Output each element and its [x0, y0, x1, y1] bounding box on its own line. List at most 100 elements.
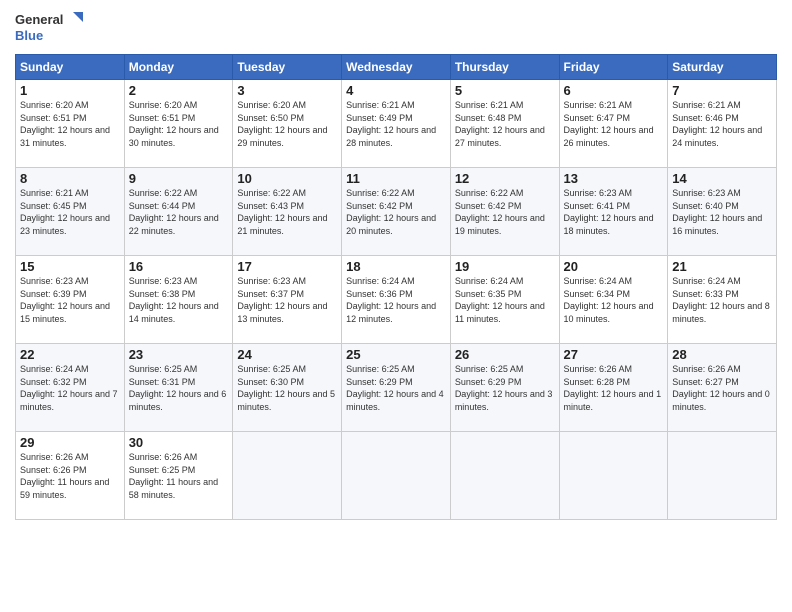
- day-cell: 8 Sunrise: 6:21 AM Sunset: 6:45 PM Dayli…: [16, 168, 125, 256]
- day-info: Sunrise: 6:22 AM Sunset: 6:42 PM Dayligh…: [455, 187, 555, 237]
- day-info: Sunrise: 6:25 AM Sunset: 6:30 PM Dayligh…: [237, 363, 337, 413]
- day-info: Sunrise: 6:25 AM Sunset: 6:29 PM Dayligh…: [455, 363, 555, 413]
- day-info: Sunrise: 6:26 AM Sunset: 6:27 PM Dayligh…: [672, 363, 772, 413]
- day-number: 7: [672, 83, 772, 98]
- weekday-header-monday: Monday: [124, 55, 233, 80]
- day-number: 17: [237, 259, 337, 274]
- weekday-header-wednesday: Wednesday: [342, 55, 451, 80]
- day-info: Sunrise: 6:25 AM Sunset: 6:29 PM Dayligh…: [346, 363, 446, 413]
- day-number: 15: [20, 259, 120, 274]
- weekday-header-thursday: Thursday: [450, 55, 559, 80]
- day-number: 23: [129, 347, 229, 362]
- svg-text:General: General: [15, 12, 63, 27]
- day-cell: 16 Sunrise: 6:23 AM Sunset: 6:38 PM Dayl…: [124, 256, 233, 344]
- page: General Blue SundayMondayTuesdayWednesda…: [0, 0, 792, 612]
- day-cell: 26 Sunrise: 6:25 AM Sunset: 6:29 PM Dayl…: [450, 344, 559, 432]
- day-info: Sunrise: 6:24 AM Sunset: 6:35 PM Dayligh…: [455, 275, 555, 325]
- weekday-header-sunday: Sunday: [16, 55, 125, 80]
- day-info: Sunrise: 6:23 AM Sunset: 6:41 PM Dayligh…: [564, 187, 664, 237]
- svg-text:Blue: Blue: [15, 28, 43, 43]
- day-info: Sunrise: 6:26 AM Sunset: 6:28 PM Dayligh…: [564, 363, 664, 413]
- day-cell: 4 Sunrise: 6:21 AM Sunset: 6:49 PM Dayli…: [342, 80, 451, 168]
- day-info: Sunrise: 6:22 AM Sunset: 6:44 PM Dayligh…: [129, 187, 229, 237]
- day-number: 12: [455, 171, 555, 186]
- day-cell: 14 Sunrise: 6:23 AM Sunset: 6:40 PM Dayl…: [668, 168, 777, 256]
- day-info: Sunrise: 6:26 AM Sunset: 6:25 PM Dayligh…: [129, 451, 229, 501]
- day-info: Sunrise: 6:23 AM Sunset: 6:40 PM Dayligh…: [672, 187, 772, 237]
- day-number: 27: [564, 347, 664, 362]
- weekday-header-saturday: Saturday: [668, 55, 777, 80]
- day-number: 13: [564, 171, 664, 186]
- week-row-3: 15 Sunrise: 6:23 AM Sunset: 6:39 PM Dayl…: [16, 256, 777, 344]
- day-cell: 10 Sunrise: 6:22 AM Sunset: 6:43 PM Dayl…: [233, 168, 342, 256]
- day-cell: 23 Sunrise: 6:25 AM Sunset: 6:31 PM Dayl…: [124, 344, 233, 432]
- day-number: 26: [455, 347, 555, 362]
- day-cell: 11 Sunrise: 6:22 AM Sunset: 6:42 PM Dayl…: [342, 168, 451, 256]
- day-info: Sunrise: 6:20 AM Sunset: 6:51 PM Dayligh…: [20, 99, 120, 149]
- day-cell: 30 Sunrise: 6:26 AM Sunset: 6:25 PM Dayl…: [124, 432, 233, 520]
- day-cell: 17 Sunrise: 6:23 AM Sunset: 6:37 PM Dayl…: [233, 256, 342, 344]
- day-cell: [559, 432, 668, 520]
- weekday-header-friday: Friday: [559, 55, 668, 80]
- day-number: 18: [346, 259, 446, 274]
- day-cell: 25 Sunrise: 6:25 AM Sunset: 6:29 PM Dayl…: [342, 344, 451, 432]
- logo: General Blue: [15, 10, 85, 46]
- day-cell: 9 Sunrise: 6:22 AM Sunset: 6:44 PM Dayli…: [124, 168, 233, 256]
- day-cell: [668, 432, 777, 520]
- day-info: Sunrise: 6:21 AM Sunset: 6:46 PM Dayligh…: [672, 99, 772, 149]
- day-number: 22: [20, 347, 120, 362]
- day-info: Sunrise: 6:24 AM Sunset: 6:33 PM Dayligh…: [672, 275, 772, 325]
- day-number: 16: [129, 259, 229, 274]
- day-number: 21: [672, 259, 772, 274]
- day-number: 6: [564, 83, 664, 98]
- day-info: Sunrise: 6:22 AM Sunset: 6:42 PM Dayligh…: [346, 187, 446, 237]
- day-info: Sunrise: 6:23 AM Sunset: 6:37 PM Dayligh…: [237, 275, 337, 325]
- day-info: Sunrise: 6:24 AM Sunset: 6:32 PM Dayligh…: [20, 363, 120, 413]
- week-row-1: 1 Sunrise: 6:20 AM Sunset: 6:51 PM Dayli…: [16, 80, 777, 168]
- day-cell: 18 Sunrise: 6:24 AM Sunset: 6:36 PM Dayl…: [342, 256, 451, 344]
- day-info: Sunrise: 6:21 AM Sunset: 6:49 PM Dayligh…: [346, 99, 446, 149]
- day-number: 4: [346, 83, 446, 98]
- day-cell: 6 Sunrise: 6:21 AM Sunset: 6:47 PM Dayli…: [559, 80, 668, 168]
- day-info: Sunrise: 6:22 AM Sunset: 6:43 PM Dayligh…: [237, 187, 337, 237]
- logo-svg: General Blue: [15, 10, 85, 46]
- day-number: 5: [455, 83, 555, 98]
- day-cell: 1 Sunrise: 6:20 AM Sunset: 6:51 PM Dayli…: [16, 80, 125, 168]
- day-cell: 27 Sunrise: 6:26 AM Sunset: 6:28 PM Dayl…: [559, 344, 668, 432]
- week-row-4: 22 Sunrise: 6:24 AM Sunset: 6:32 PM Dayl…: [16, 344, 777, 432]
- day-info: Sunrise: 6:21 AM Sunset: 6:48 PM Dayligh…: [455, 99, 555, 149]
- day-number: 1: [20, 83, 120, 98]
- day-info: Sunrise: 6:23 AM Sunset: 6:38 PM Dayligh…: [129, 275, 229, 325]
- day-number: 14: [672, 171, 772, 186]
- day-number: 19: [455, 259, 555, 274]
- day-number: 2: [129, 83, 229, 98]
- day-cell: 20 Sunrise: 6:24 AM Sunset: 6:34 PM Dayl…: [559, 256, 668, 344]
- calendar: SundayMondayTuesdayWednesdayThursdayFrid…: [15, 54, 777, 520]
- day-cell: [450, 432, 559, 520]
- day-number: 30: [129, 435, 229, 450]
- day-info: Sunrise: 6:24 AM Sunset: 6:36 PM Dayligh…: [346, 275, 446, 325]
- day-cell: 28 Sunrise: 6:26 AM Sunset: 6:27 PM Dayl…: [668, 344, 777, 432]
- day-info: Sunrise: 6:26 AM Sunset: 6:26 PM Dayligh…: [20, 451, 120, 501]
- day-info: Sunrise: 6:23 AM Sunset: 6:39 PM Dayligh…: [20, 275, 120, 325]
- day-number: 25: [346, 347, 446, 362]
- day-info: Sunrise: 6:25 AM Sunset: 6:31 PM Dayligh…: [129, 363, 229, 413]
- day-number: 29: [20, 435, 120, 450]
- day-cell: [233, 432, 342, 520]
- weekday-header-row: SundayMondayTuesdayWednesdayThursdayFrid…: [16, 55, 777, 80]
- day-number: 24: [237, 347, 337, 362]
- day-number: 9: [129, 171, 229, 186]
- day-info: Sunrise: 6:20 AM Sunset: 6:51 PM Dayligh…: [129, 99, 229, 149]
- day-info: Sunrise: 6:21 AM Sunset: 6:47 PM Dayligh…: [564, 99, 664, 149]
- day-number: 10: [237, 171, 337, 186]
- day-cell: 22 Sunrise: 6:24 AM Sunset: 6:32 PM Dayl…: [16, 344, 125, 432]
- day-number: 8: [20, 171, 120, 186]
- day-info: Sunrise: 6:20 AM Sunset: 6:50 PM Dayligh…: [237, 99, 337, 149]
- day-cell: 2 Sunrise: 6:20 AM Sunset: 6:51 PM Dayli…: [124, 80, 233, 168]
- day-cell: 5 Sunrise: 6:21 AM Sunset: 6:48 PM Dayli…: [450, 80, 559, 168]
- week-row-5: 29 Sunrise: 6:26 AM Sunset: 6:26 PM Dayl…: [16, 432, 777, 520]
- day-cell: 15 Sunrise: 6:23 AM Sunset: 6:39 PM Dayl…: [16, 256, 125, 344]
- day-number: 20: [564, 259, 664, 274]
- day-cell: 21 Sunrise: 6:24 AM Sunset: 6:33 PM Dayl…: [668, 256, 777, 344]
- day-number: 11: [346, 171, 446, 186]
